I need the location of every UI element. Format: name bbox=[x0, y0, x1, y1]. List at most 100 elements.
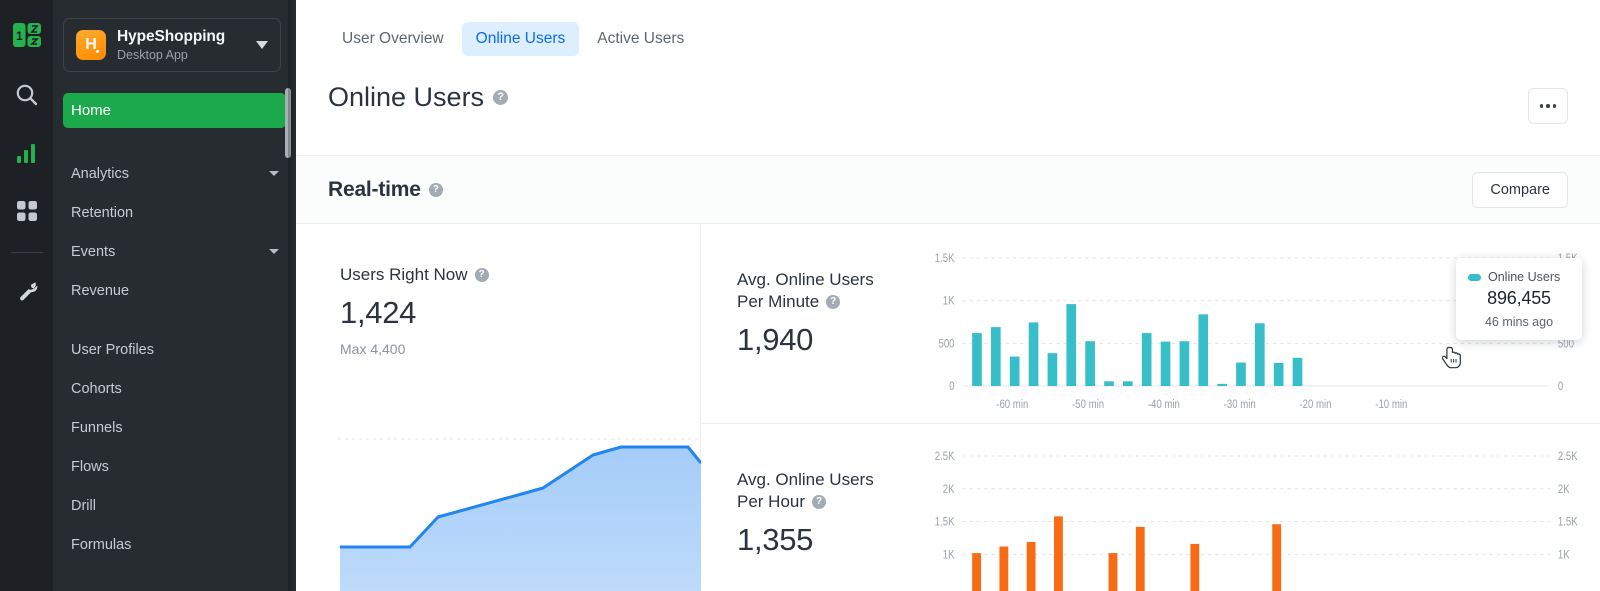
sidebar-item-label: Retention bbox=[71, 204, 134, 221]
svg-text:2K: 2K bbox=[943, 483, 955, 496]
app-root: 1 H HypeShopping Desktop App Home Analyt… bbox=[0, 0, 1600, 591]
section-title: Real-time ? bbox=[328, 178, 443, 202]
tab-bar: User Overview Online Users Active Users bbox=[296, 0, 1600, 78]
page-title: Online Users ? bbox=[328, 82, 509, 113]
tab-online-users[interactable]: Online Users bbox=[461, 22, 580, 56]
metric-label-line2: Per Hour bbox=[737, 492, 806, 511]
sidebar-item-label: Events bbox=[71, 243, 116, 260]
sidebar-item-home[interactable]: Home bbox=[63, 93, 286, 128]
sidebar-item-label: Funnels bbox=[71, 419, 123, 436]
sidebar-item-formulas[interactable]: Formulas bbox=[53, 525, 296, 564]
avg-per-minute-label2: Per Minute ? bbox=[737, 291, 916, 313]
question-mark-icon[interactable]: ? bbox=[493, 90, 509, 105]
more-options-icon bbox=[1546, 104, 1550, 108]
sidebar: H HypeShopping Desktop App Home Analytic… bbox=[53, 0, 296, 591]
svg-text:2K: 2K bbox=[1558, 483, 1570, 496]
svg-text:500: 500 bbox=[938, 337, 954, 350]
question-mark-icon[interactable]: ? bbox=[474, 268, 489, 282]
tab-active-users[interactable]: Active Users bbox=[583, 22, 698, 56]
metric-label-line1: Avg. Online Users bbox=[737, 270, 874, 289]
svg-text:-50 min: -50 min bbox=[1072, 398, 1104, 411]
avg-per-hour-label: Avg. Online Users bbox=[737, 469, 916, 491]
question-mark-icon[interactable]: ? bbox=[812, 495, 827, 509]
sidebar-nav: Home Analytics Retention Events Revenue … bbox=[53, 93, 296, 564]
users-right-now-area-chart bbox=[338, 417, 701, 591]
svg-text:1K: 1K bbox=[943, 295, 955, 308]
sidebar-item-label: Flows bbox=[71, 458, 109, 475]
avg-per-hour-row: Avg. Online Users Per Hour ? 1,355 1K 1K 1… bbox=[701, 424, 1600, 591]
svg-text:1K: 1K bbox=[1558, 548, 1570, 561]
series-color-swatch bbox=[1468, 273, 1481, 281]
question-mark-icon[interactable]: ? bbox=[826, 295, 841, 309]
sidebar-item-events[interactable]: Events bbox=[53, 232, 296, 271]
chevron-down-icon[interactable] bbox=[256, 36, 268, 54]
more-options-icon bbox=[1552, 104, 1557, 108]
avg-per-hour-chart[interactable]: 1K 1K 1.5K 1.5K 2K 2K 2.5K 2.5K bbox=[916, 424, 1600, 591]
metric-label-text: Users Right Now bbox=[340, 265, 468, 284]
tooltip-time: 46 mins ago bbox=[1484, 315, 1554, 329]
users-right-now-label: Users Right Now ? bbox=[340, 264, 700, 286]
svg-text:-60 min: -60 min bbox=[996, 398, 1028, 411]
avg-per-minute-label: Avg. Online Users bbox=[737, 269, 916, 291]
wrench-settings-icon[interactable] bbox=[12, 275, 42, 305]
analytics-bar-chart-icon[interactable] bbox=[12, 138, 42, 168]
svg-text:-30 min: -30 min bbox=[1224, 398, 1256, 411]
svg-text:1: 1 bbox=[16, 29, 23, 43]
tab-user-overview[interactable]: User Overview bbox=[328, 22, 458, 56]
sidebar-item-label: Formulas bbox=[71, 536, 132, 553]
compare-button[interactable]: Compare bbox=[1472, 171, 1568, 208]
app-logo-icon[interactable]: 1 bbox=[12, 20, 42, 50]
svg-text:1.5K: 1.5K bbox=[935, 516, 955, 529]
sidebar-item-label: User Profiles bbox=[71, 341, 154, 358]
realtime-grid: Users Right Now ? 1,424 Max 4,400 Avg. O… bbox=[296, 224, 1600, 591]
more-options-icon bbox=[1539, 104, 1544, 108]
page-title-text: Online Users bbox=[328, 82, 485, 112]
workspace-switcher[interactable]: H HypeShopping Desktop App bbox=[63, 18, 281, 72]
users-right-now-max: Max 4,400 bbox=[340, 341, 406, 357]
sidebar-item-funnels[interactable]: Funnels bbox=[53, 408, 296, 447]
sidebar-scrollbar[interactable] bbox=[285, 88, 291, 158]
icon-rail: 1 bbox=[0, 0, 53, 591]
more-options-button[interactable] bbox=[1528, 88, 1568, 124]
svg-text:-40 min: -40 min bbox=[1148, 398, 1180, 411]
sidebar-item-user-profiles[interactable]: User Profiles bbox=[53, 330, 296, 369]
section-title-text: Real-time bbox=[328, 177, 421, 201]
workspace-subtitle: Desktop App bbox=[117, 47, 188, 62]
svg-text:1.5K: 1.5K bbox=[1558, 516, 1578, 529]
avg-per-hour-value: 1,355 bbox=[737, 522, 814, 557]
metric-label-line1: Avg. Online Users bbox=[737, 470, 874, 489]
svg-text:-10 min: -10 min bbox=[1375, 398, 1407, 411]
sidebar-item-revenue[interactable]: Revenue bbox=[53, 271, 296, 310]
realtime-section-header: Real-time ? Compare bbox=[296, 156, 1600, 224]
metric-label-line2: Per Minute bbox=[737, 292, 820, 311]
sidebar-item-label: Cohorts bbox=[71, 380, 122, 397]
main-content: User Overview Online Users Active Users … bbox=[296, 0, 1600, 591]
sidebar-item-cohorts[interactable]: Cohorts bbox=[53, 369, 296, 408]
svg-text:1.5K: 1.5K bbox=[935, 252, 955, 265]
sidebar-item-label: Revenue bbox=[71, 282, 130, 299]
users-right-now-value: 1,424 bbox=[340, 295, 417, 330]
tooltip-value: 896,455 bbox=[1487, 288, 1551, 308]
chart-tooltip: Online Users 896,455 46 mins ago bbox=[1456, 258, 1582, 340]
tooltip-series-name: Online Users bbox=[1488, 270, 1561, 284]
sidebar-item-label: Home bbox=[71, 102, 112, 119]
avg-per-minute-panel: Avg. Online Users Per Minute ? 1,940 bbox=[701, 224, 916, 423]
chevron-down-icon[interactable] bbox=[269, 171, 279, 176]
search-icon[interactable] bbox=[12, 80, 42, 110]
sidebar-item-label: Drill bbox=[71, 497, 96, 514]
page-header: Online Users ? bbox=[296, 78, 1600, 156]
users-right-now-panel: Users Right Now ? 1,424 Max 4,400 bbox=[296, 224, 701, 591]
sidebar-item-drill[interactable]: Drill bbox=[53, 486, 296, 525]
apps-grid-icon[interactable] bbox=[12, 196, 42, 226]
sidebar-item-retention[interactable]: Retention bbox=[53, 193, 296, 232]
sidebar-item-label: Analytics bbox=[71, 165, 130, 182]
chevron-down-icon[interactable] bbox=[269, 249, 279, 254]
avg-per-minute-value: 1,940 bbox=[737, 322, 814, 357]
sidebar-item-analytics[interactable]: Analytics bbox=[53, 154, 296, 193]
question-mark-icon[interactable]: ? bbox=[428, 182, 443, 197]
avg-per-hour-panel: Avg. Online Users Per Hour ? 1,355 bbox=[701, 424, 916, 591]
workspace-name: HypeShopping bbox=[117, 27, 226, 45]
sidebar-item-flows[interactable]: Flows bbox=[53, 447, 296, 486]
avg-per-hour-label2: Per Hour ? bbox=[737, 491, 916, 513]
svg-text:0: 0 bbox=[1558, 380, 1563, 393]
